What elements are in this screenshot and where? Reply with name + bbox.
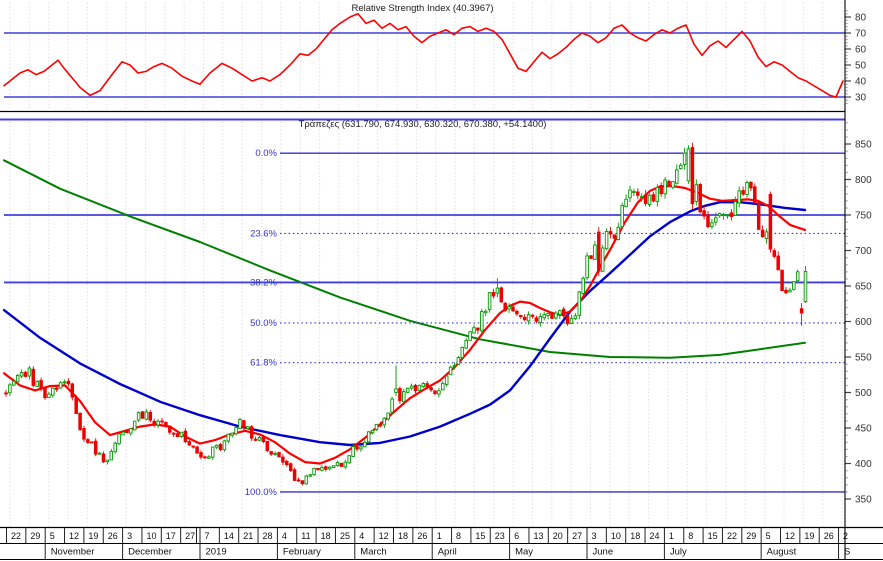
date-week-label: 21 bbox=[243, 531, 253, 541]
date-week-label: 22 bbox=[11, 531, 21, 541]
price-tick-label: 450 bbox=[855, 424, 872, 435]
date-month-label: May bbox=[515, 547, 533, 558]
date-week-label: 15 bbox=[708, 531, 718, 541]
price-tick-label: 550 bbox=[855, 353, 872, 364]
rsi-tick-label: 70 bbox=[855, 29, 867, 40]
price-panel: 350 400 450 500 550 600 650 700 750 800 850 bbox=[2, 122, 872, 506]
price-tick-label: 800 bbox=[855, 175, 872, 186]
date-week-label: 25 bbox=[340, 531, 350, 541]
chart-root: 30 40 50 60 70 80 350 400 450 500 550 600 650 700 750 8… bbox=[0, 0, 883, 561]
date-week-label: 8 bbox=[456, 531, 461, 541]
date-week-label: 13 bbox=[533, 531, 543, 541]
fib-label: 23.6% bbox=[250, 228, 277, 239]
date-month-label: June bbox=[593, 547, 614, 558]
price-tick-label: 350 bbox=[855, 495, 872, 506]
ma-line-short-red bbox=[2, 184, 807, 465]
date-month-label: April bbox=[438, 547, 457, 558]
date-axis: 22 29 5 12 19 26 3 10 17 27 7 14 21 28 4 11 18 25 4 12 18 26 1… bbox=[0, 526, 883, 560]
date-week-label: 18 bbox=[630, 531, 640, 541]
price-tick-label: 600 bbox=[855, 317, 872, 328]
rsi-series-line bbox=[3, 13, 844, 98]
ma-line-long-green bbox=[3, 159, 806, 359]
date-week-label: 8 bbox=[688, 531, 693, 541]
price-tick-label: 400 bbox=[855, 459, 872, 470]
grid-lines bbox=[9, 3, 843, 526]
date-month-label: March bbox=[360, 547, 386, 558]
date-week-label: 29 bbox=[30, 531, 40, 541]
date-week-label: 15 bbox=[475, 531, 485, 541]
rsi-tick-label: 80 bbox=[855, 13, 867, 24]
date-week-label: 27 bbox=[185, 531, 195, 541]
date-week-label: 3 bbox=[127, 531, 132, 541]
date-week-label: 26 bbox=[824, 531, 834, 541]
price-tick-label: 650 bbox=[855, 282, 872, 293]
date-week-label: 1 bbox=[437, 531, 442, 541]
date-week-label: 5 bbox=[50, 531, 55, 541]
date-week-label: 6 bbox=[514, 531, 519, 541]
date-week-label: 10 bbox=[611, 531, 621, 541]
fib-label: 38.2% bbox=[250, 277, 277, 288]
date-week-label: 12 bbox=[69, 531, 79, 541]
ma-line-medium-blue bbox=[2, 201, 807, 447]
date-week-label: 26 bbox=[108, 531, 118, 541]
date-week-label: 24 bbox=[650, 531, 660, 541]
date-week-label: 4 bbox=[359, 531, 364, 541]
date-week-label: 18 bbox=[321, 531, 331, 541]
date-week-label: 12 bbox=[785, 531, 795, 541]
date-week-label: 5 bbox=[766, 531, 771, 541]
date-month-label: August bbox=[767, 547, 797, 558]
rsi-tick-label: 30 bbox=[855, 93, 867, 104]
date-week-label: 7 bbox=[205, 531, 210, 541]
rsi-tick-label: 50 bbox=[855, 61, 867, 72]
date-week-label: 14 bbox=[224, 531, 234, 541]
price-tick-label: 500 bbox=[855, 388, 872, 399]
rsi-tick-label: 60 bbox=[855, 45, 867, 56]
date-week-label: 4 bbox=[282, 531, 287, 541]
date-month-label: 2019 bbox=[206, 547, 227, 558]
date-week-label: 20 bbox=[553, 531, 563, 541]
chart-canvas[interactable]: 30 40 50 60 70 80 350 400 450 500 550 600 650 700 750 8… bbox=[0, 0, 883, 561]
date-week-label: 1 bbox=[669, 531, 674, 541]
date-week-label: 2 bbox=[843, 531, 848, 541]
date-month-label: December bbox=[128, 547, 172, 558]
fib-label: 100.0% bbox=[245, 487, 278, 498]
date-week-label: 27 bbox=[572, 531, 582, 541]
fib-label: 50.0% bbox=[250, 318, 277, 329]
date-week-label: 19 bbox=[804, 531, 814, 541]
price-tick-label: 700 bbox=[855, 246, 872, 257]
price-tick-label: 750 bbox=[855, 211, 872, 222]
date-week-label: 11 bbox=[301, 531, 310, 541]
fib-label: 0.0% bbox=[255, 148, 277, 159]
date-month-label: July bbox=[670, 547, 687, 558]
date-week-label: 17 bbox=[166, 531, 176, 541]
date-week-label: 12 bbox=[379, 531, 389, 541]
date-week-label: 28 bbox=[263, 531, 273, 541]
date-week-label: 26 bbox=[417, 531, 427, 541]
rsi-tick-label: 40 bbox=[855, 77, 867, 88]
fib-label: 61.8% bbox=[250, 358, 277, 369]
date-month-label: February bbox=[283, 547, 321, 558]
date-week-label: 29 bbox=[746, 531, 756, 541]
price-tick-label: 850 bbox=[855, 140, 872, 151]
date-week-label: 19 bbox=[88, 531, 98, 541]
date-week-label: 10 bbox=[146, 531, 156, 541]
date-week-label: 3 bbox=[592, 531, 597, 541]
date-week-label: 18 bbox=[398, 531, 408, 541]
date-week-label: 22 bbox=[727, 531, 737, 541]
date-week-label: 23 bbox=[495, 531, 505, 541]
candlesticks bbox=[4, 142, 808, 486]
date-month-label: November bbox=[51, 547, 95, 558]
